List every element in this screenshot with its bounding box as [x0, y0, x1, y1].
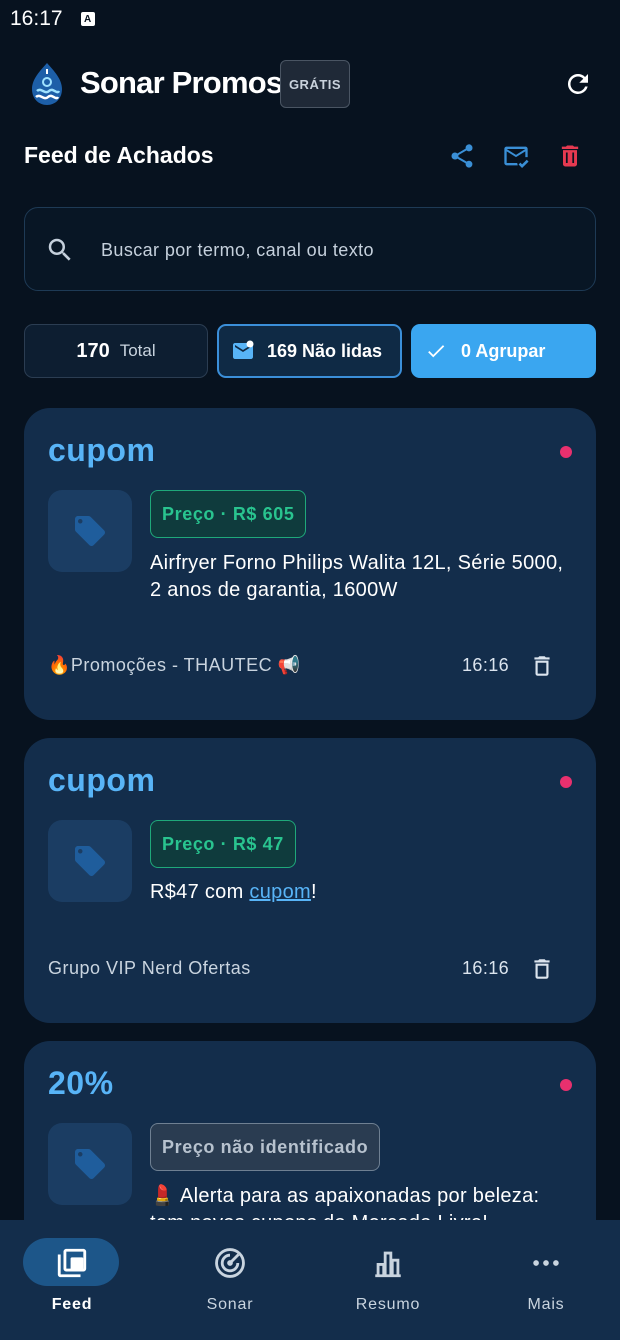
- app-title: Sonar Promos: [80, 65, 283, 100]
- tag-icon: [75, 1149, 105, 1179]
- more-dots-icon: [533, 1260, 559, 1266]
- card-thumbnail: [48, 490, 132, 572]
- delete-all-icon[interactable]: [556, 142, 584, 170]
- total-count: 170: [76, 339, 110, 362]
- nav-item-sonar[interactable]: Sonar: [165, 1238, 295, 1328]
- card-keyword: 20%: [48, 1065, 114, 1101]
- price-badge: Preço não identificado: [150, 1123, 381, 1171]
- feed-card[interactable]: 20% Preço não identificado 💄 Alerta para…: [24, 1041, 596, 1220]
- feed-header: Feed de Achados: [24, 138, 596, 176]
- bar-chart-icon: [375, 1251, 401, 1278]
- search-input[interactable]: [101, 236, 571, 264]
- delete-icon[interactable]: [529, 652, 555, 680]
- total-chip[interactable]: 170 Total: [24, 324, 208, 378]
- app-bar: Sonar Promos GRÁTIS: [0, 55, 620, 113]
- nav-item-feed[interactable]: Feed: [7, 1238, 137, 1328]
- sonar-logo-icon: [32, 63, 62, 105]
- nav-item-mais[interactable]: Mais: [481, 1238, 611, 1328]
- search-icon: [48, 238, 71, 261]
- share-icon[interactable]: [448, 142, 476, 170]
- tag-icon: [75, 516, 105, 546]
- total-label: Total: [119, 341, 156, 360]
- description-text: R$47 com: [150, 881, 250, 903]
- card-source[interactable]: Grupo VIP Nerd Ofertas: [48, 958, 251, 979]
- status-bar: 16:17 A: [0, 0, 620, 38]
- card-keyword: cupom: [48, 432, 156, 468]
- group-label: 0 Agrupar: [461, 340, 546, 361]
- delete-icon[interactable]: [529, 955, 555, 983]
- group-chip[interactable]: 0 Agrupar: [411, 324, 596, 378]
- status-a-icon: A: [80, 12, 95, 26]
- card-thumbnail: [48, 1123, 132, 1205]
- unread-label: 169 Não lidas: [267, 340, 383, 361]
- description-text-end: !: [310, 881, 317, 903]
- nav-label: Resumo: [355, 1296, 421, 1313]
- nav-label: Sonar: [206, 1296, 254, 1313]
- feed-list[interactable]: cupom Preço · R$ 605 Airfryer Forno Phil…: [24, 408, 596, 1220]
- card-keyword: cupom: [48, 762, 156, 798]
- tag-icon: [75, 846, 105, 876]
- price-badge: Preço · R$ 605: [150, 490, 307, 538]
- nav-label: Feed: [51, 1296, 93, 1313]
- card-description: Airfryer Forno Philips Walita 12L, Série…: [150, 552, 564, 601]
- feed-card[interactable]: cupom Preço · R$ 605 Airfryer Forno Phil…: [24, 408, 596, 720]
- card-thumbnail: [48, 820, 132, 902]
- unread-dot: [560, 446, 572, 458]
- status-time: 16:17: [10, 7, 63, 30]
- check-icon: [428, 345, 445, 358]
- mark-all-read-icon[interactable]: [502, 142, 530, 170]
- plan-badge[interactable]: GRÁTIS: [280, 60, 350, 108]
- filter-chips: 170 Total 169 Não lidas 0 Agrupar: [24, 324, 596, 378]
- unread-dot: [560, 1079, 572, 1091]
- radar-icon: [215, 1248, 245, 1278]
- nav-label: Mais: [527, 1296, 565, 1313]
- card-time: 16:16: [462, 958, 510, 978]
- search-box[interactable]: [24, 207, 596, 291]
- price-badge: Preço · R$ 47: [150, 820, 296, 868]
- bottom-nav: Feed Sonar Resumo Mais: [0, 1220, 620, 1340]
- card-time: 16:16: [462, 655, 510, 675]
- section-title: Feed de Achados: [24, 142, 214, 168]
- nav-item-resumo[interactable]: Resumo: [323, 1238, 453, 1328]
- card-source[interactable]: 🔥Promoções - THAUTEC 📢: [48, 655, 301, 676]
- feed-icon: [57, 1248, 87, 1278]
- unread-dot: [560, 776, 572, 788]
- refresh-icon[interactable]: [563, 69, 593, 99]
- card-description: 💄 Alerta para as apaixonadas por beleza:…: [150, 1185, 540, 1220]
- unread-mail-icon: [233, 340, 254, 359]
- unread-chip[interactable]: 169 Não lidas: [217, 324, 402, 378]
- coupon-link[interactable]: cupom: [249, 881, 311, 903]
- card-description: R$47 com cupom!: [150, 879, 570, 906]
- feed-card[interactable]: cupom Preço · R$ 47 R$47 com cupom! Grup…: [24, 738, 596, 1023]
